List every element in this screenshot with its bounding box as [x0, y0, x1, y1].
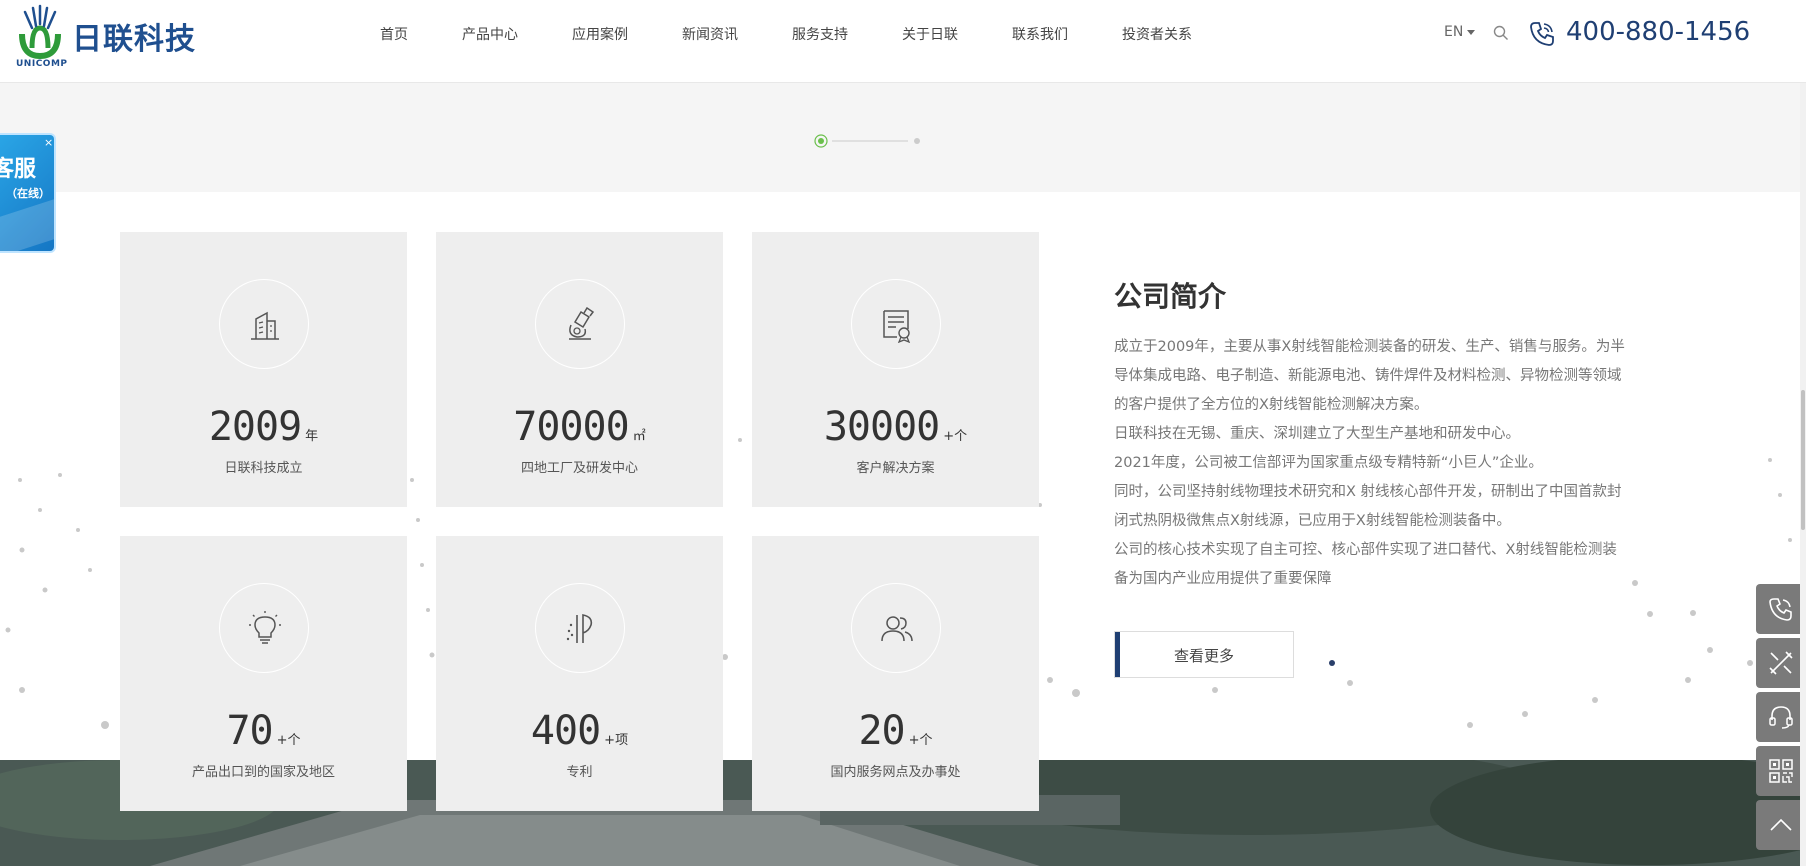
stat-value: 400 +项 [530, 708, 629, 754]
back-to-top-button[interactable] [1756, 800, 1806, 850]
carousel-band [0, 83, 1806, 192]
carousel-pager[interactable] [814, 133, 924, 149]
back-to-top-icon [1770, 818, 1792, 831]
stat-label: 客户解决方案 [856, 461, 935, 476]
nav-item-home[interactable]: 首页 [380, 24, 408, 44]
qrcode-icon [1769, 759, 1793, 783]
phone-icon [1769, 598, 1792, 621]
stat-card-export-countries: 70 +个 产品出口到的国家及地区 [120, 536, 407, 811]
logo-name-cn: 日联科技 [72, 22, 196, 57]
stat-icon-circle [851, 583, 941, 673]
stat-label: 日联科技成立 [224, 461, 303, 476]
nav-item-support[interactable]: 服务支持 [792, 24, 848, 44]
nav-item-cases[interactable]: 应用案例 [572, 24, 628, 44]
stat-value: 2009 年 [208, 404, 319, 450]
language-switcher[interactable]: EN [1444, 24, 1476, 40]
stat-value: 70000 ㎡ [513, 404, 646, 450]
main-nav: 首页 产品中心 应用案例 新闻资讯 服务支持 关于日联 联系我们 投资者关系 [380, 0, 1192, 68]
nav-item-investors[interactable]: 投资者关系 [1122, 24, 1192, 44]
stat-icon-circle [851, 279, 941, 369]
page-scrollbar-thumb[interactable] [1801, 390, 1805, 530]
headset-icon [1769, 706, 1793, 729]
about-paragraph: 同时，公司坚持射线物理技术研究和X 射线核心部件开发，研制出了中国首款封闭式热阴… [1114, 484, 1622, 529]
stat-label: 国内服务网点及办事处 [830, 765, 961, 780]
stat-card-service-points: 20 +个 国内服务网点及办事处 [752, 536, 1039, 811]
hotline-number[interactable]: 400-880-1456 [1566, 17, 1750, 47]
patent-icon [566, 614, 593, 643]
kefu-decoration [0, 194, 54, 251]
about-paragraph: 成立于2009年，主要从事X射线智能检测装备的研发、生产、销售与服务。为半导体集… [1114, 339, 1625, 413]
search-icon[interactable] [1493, 25, 1509, 41]
nav-item-about[interactable]: 关于日联 [902, 24, 958, 44]
stat-card-solutions: 30000 +个 客户解决方案 [752, 232, 1039, 507]
nav-item-products[interactable]: 产品中心 [462, 24, 518, 44]
stat-label: 专利 [566, 765, 593, 780]
caret-down-icon [1467, 29, 1476, 35]
sidebar-qrcode-button[interactable] [1756, 746, 1806, 796]
stat-icon-circle [535, 279, 625, 369]
site-logo[interactable]: 日联科技 UNICOMP [14, 4, 204, 70]
kefu-title: 客服 [0, 157, 37, 182]
online-service-float[interactable]: 客服 （在线） × [0, 133, 56, 253]
microscope-icon [569, 307, 595, 340]
sidebar-service-button[interactable] [1756, 692, 1806, 742]
stat-label: 产品出口到的国家及地区 [191, 765, 335, 780]
tools-icon [1769, 651, 1793, 675]
logo-mark-icon [19, 4, 61, 60]
about-body: 成立于2009年，主要从事X射线智能检测装备的研发、生产、销售与服务。为半导体集… [1114, 333, 1628, 594]
building-icon [251, 311, 279, 340]
stat-card-factory-area: 70000 ㎡ 四地工厂及研发中心 [436, 232, 723, 507]
about-paragraph: 2021年度，公司被工信部评为国家重点级专精特新“小巨人”企业。 [1114, 455, 1543, 471]
about-title: 公司简介 [1114, 280, 1227, 313]
site-header: 日联科技 UNICOMP 首页 产品中心 应用案例 新闻资讯 服务支持 关于日联… [0, 0, 1806, 83]
stat-value: 20 +个 [858, 708, 933, 754]
stat-value: 30000 +个 [823, 404, 968, 450]
view-more-label: 查看更多 [1173, 647, 1234, 665]
sidebar-tools-button[interactable] [1756, 638, 1806, 688]
sidebar-phone-button[interactable] [1756, 584, 1806, 634]
nav-item-contact[interactable]: 联系我们 [1012, 24, 1068, 44]
view-more-button[interactable]: 查看更多 [1114, 631, 1294, 678]
certificate-icon [883, 310, 911, 343]
stat-icon-circle [535, 583, 625, 673]
about-paragraph: 公司的核心技术实现了自主可控、核心部件实现了进口替代、X射线智能检测装备为国内产… [1114, 542, 1617, 587]
stat-value: 70 +个 [226, 708, 301, 754]
logo-name-en: UNICOMP [16, 59, 68, 69]
about-paragraph: 日联科技在无锡、重庆、深圳建立了大型生产基地和研发中心。 [1114, 426, 1520, 442]
phone-icon [1530, 22, 1554, 46]
kefu-status: （在线） [6, 187, 50, 200]
stat-icon-circle [219, 279, 309, 369]
stat-card-founded: 2009 年 日联科技成立 [120, 232, 407, 507]
nav-item-news[interactable]: 新闻资讯 [682, 24, 738, 44]
stat-label: 四地工厂及研发中心 [520, 461, 638, 476]
stat-card-patents: 400 +项 专利 [436, 536, 723, 811]
lightbulb-icon [249, 611, 281, 644]
close-icon[interactable]: × [44, 136, 53, 149]
users-icon [881, 616, 913, 642]
stat-icon-circle [219, 583, 309, 673]
language-label: EN [1444, 24, 1464, 40]
